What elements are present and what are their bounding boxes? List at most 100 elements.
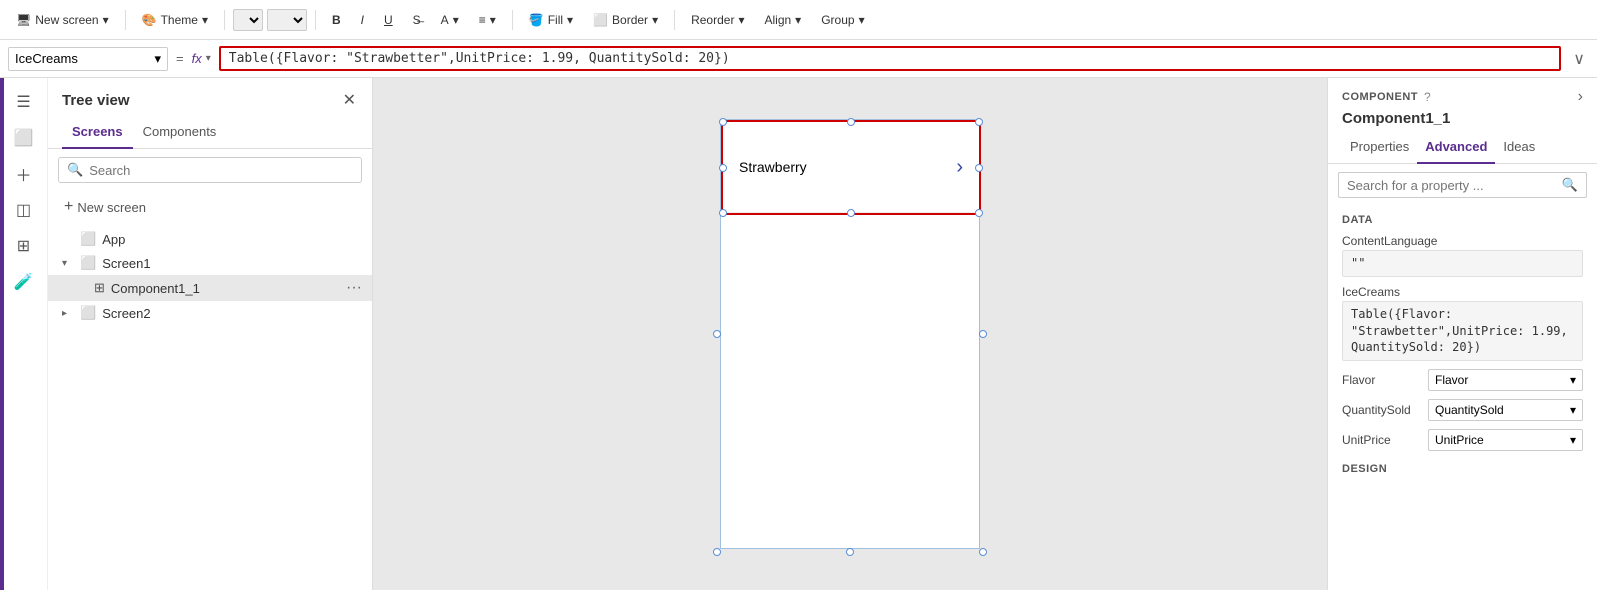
underline-btn[interactable]: U	[376, 9, 401, 31]
help-icon[interactable]: ?	[1424, 90, 1431, 104]
divider	[125, 10, 126, 30]
main-area: ☰ ⬜ ＋ ◫ ⊞ 🧪 Tree view ✕ Screens Componen…	[0, 78, 1597, 590]
tab-ideas[interactable]: Ideas	[1495, 133, 1543, 164]
search-icon: 🔍	[67, 162, 83, 178]
fill-btn[interactable]: 🪣 Fill ▾	[521, 9, 581, 31]
strikethrough-btn[interactable]: S̶	[405, 9, 429, 31]
handle-mr[interactable]	[975, 164, 983, 172]
bold-btn[interactable]: B	[324, 9, 349, 31]
phone-handle-bl[interactable]	[713, 548, 721, 556]
plus-btn[interactable]: ＋	[8, 158, 40, 190]
variables-btn[interactable]: 🧪	[8, 266, 40, 298]
border-btn[interactable]: ⬜ Border ▾	[585, 9, 666, 31]
expand-icon: ▸	[62, 308, 76, 319]
tree-item-screen2[interactable]: ▸ ⬜ Screen2	[48, 301, 372, 325]
handle-tr[interactable]	[975, 118, 983, 126]
handle-tl[interactable]	[719, 118, 727, 126]
expand-panel-btn[interactable]: ›	[1578, 88, 1583, 106]
fill-icon: 🪣	[529, 13, 544, 27]
phone-handle-br[interactable]	[979, 548, 987, 556]
right-panel-header: COMPONENT ? ›	[1328, 78, 1597, 110]
phone-handle-bm[interactable]	[846, 548, 854, 556]
tree-item-screen1[interactable]: ▾ ⬜ Screen1	[48, 251, 372, 275]
ice-creams-value[interactable]: Table({Flavor: "Strawbetter",UnitPrice: …	[1342, 301, 1583, 361]
formula-input[interactable]	[219, 46, 1562, 71]
data-section-label: DATA	[1328, 206, 1597, 230]
unit-price-select[interactable]: UnitPrice ▾	[1428, 429, 1583, 451]
divider4	[512, 10, 513, 30]
name-box[interactable]: IceCreams ▾	[8, 47, 168, 71]
screen1-label: Screen1	[102, 256, 362, 271]
handle-ml[interactable]	[719, 164, 727, 172]
group-btn[interactable]: Group ▾	[813, 9, 872, 31]
font-select[interactable]	[233, 9, 263, 31]
handle-bm[interactable]	[847, 209, 855, 217]
expand-formula-btn[interactable]: ∨	[1569, 49, 1589, 69]
tree-item-component1-1[interactable]: ⊞ Component1_1 ···	[48, 275, 372, 301]
close-btn[interactable]: ✕	[341, 88, 358, 112]
search-icon: 🔍	[1562, 177, 1578, 193]
flavor-select[interactable]: Flavor ▾	[1428, 369, 1583, 391]
fx-label: fx	[192, 51, 202, 66]
property-search-input[interactable]	[1347, 178, 1556, 193]
sidebar-header: Tree view ✕	[48, 78, 372, 118]
theme-icon: 🎨	[142, 13, 157, 27]
tab-properties[interactable]: Properties	[1342, 133, 1417, 164]
unit-price-prop: UnitPrice UnitPrice ▾	[1328, 425, 1597, 455]
flavor-label: Flavor	[1342, 373, 1422, 387]
handle-br[interactable]	[975, 209, 983, 217]
reorder-btn[interactable]: Reorder ▾	[683, 9, 752, 31]
chevron-down-icon: ▾	[859, 13, 865, 27]
app-icon: ⬜	[80, 231, 96, 247]
context-menu-icon[interactable]: ···	[346, 279, 362, 297]
property-search-box: 🔍	[1338, 172, 1587, 198]
content-language-value[interactable]: ""	[1342, 250, 1583, 277]
selected-list-item[interactable]: Strawberry ›	[721, 120, 981, 215]
component-section-label: COMPONENT	[1342, 91, 1418, 103]
border-icon: ⬜	[593, 13, 608, 27]
align-btn[interactable]: Align ▾	[756, 9, 809, 31]
sidebar-header-icons: ✕	[341, 88, 358, 112]
new-screen-label: New screen	[77, 200, 146, 215]
text-align-btn[interactable]: ≡ ▾	[471, 9, 504, 31]
quantity-sold-select[interactable]: QuantitySold ▾	[1428, 399, 1583, 421]
handle-tm[interactable]	[847, 118, 855, 126]
fx-button[interactable]: fx ▾	[192, 51, 211, 66]
phone-handle-ml[interactable]	[713, 330, 721, 338]
tree-item-app[interactable]: ⬜ App	[48, 227, 372, 251]
theme-btn[interactable]: 🎨 Theme ▾	[134, 9, 216, 31]
phone-handle-mr[interactable]	[979, 330, 987, 338]
quantity-sold-prop: QuantitySold QuantitySold ▾	[1328, 395, 1597, 425]
data-btn[interactable]: ⊞	[8, 230, 40, 262]
add-screen-btn[interactable]: + New screen	[58, 195, 152, 219]
list-item-strawberry: Strawberry ›	[723, 122, 979, 213]
tree-search-input[interactable]	[89, 163, 353, 178]
italic-btn[interactable]: I	[353, 9, 372, 31]
component-icon: ⊞	[94, 280, 105, 296]
font-color-icon: A	[441, 13, 449, 27]
component-title-row: COMPONENT ?	[1342, 90, 1431, 104]
chevron-down-icon: ▾	[1570, 373, 1576, 387]
components-icon-btn[interactable]: ◫	[8, 194, 40, 226]
ice-creams-label: IceCreams	[1342, 285, 1583, 299]
screen-icon: ⬜	[80, 255, 96, 271]
right-tabs: Properties Advanced Ideas	[1328, 133, 1597, 164]
screens-btn[interactable]: ⬜	[8, 122, 40, 154]
tab-components[interactable]: Components	[133, 118, 227, 149]
new-screen-btn[interactable]: 🖥 New screen ▾	[8, 9, 117, 31]
toolbar: 🖥 New screen ▾ 🎨 Theme ▾ B I U S̶ A ▾ ≡ …	[0, 0, 1597, 40]
tree-search-box: 🔍	[58, 157, 362, 183]
chevron-down-icon: ▾	[795, 13, 801, 27]
unit-price-label: UnitPrice	[1342, 433, 1422, 447]
tab-advanced[interactable]: Advanced	[1417, 133, 1495, 164]
tree-view-title: Tree view	[62, 92, 130, 109]
tab-screens[interactable]: Screens	[62, 118, 133, 149]
canvas-area[interactable]: Strawberry ›	[373, 78, 1327, 590]
chevron-down-icon: ▾	[1570, 433, 1576, 447]
handle-bl[interactable]	[719, 209, 727, 217]
font-color-btn[interactable]: A ▾	[433, 9, 467, 31]
content-language-label: ContentLanguage	[1342, 234, 1583, 248]
design-section-label: DESIGN	[1328, 455, 1597, 479]
font-size-select[interactable]	[267, 9, 307, 31]
hamburger-btn[interactable]: ☰	[8, 86, 40, 118]
